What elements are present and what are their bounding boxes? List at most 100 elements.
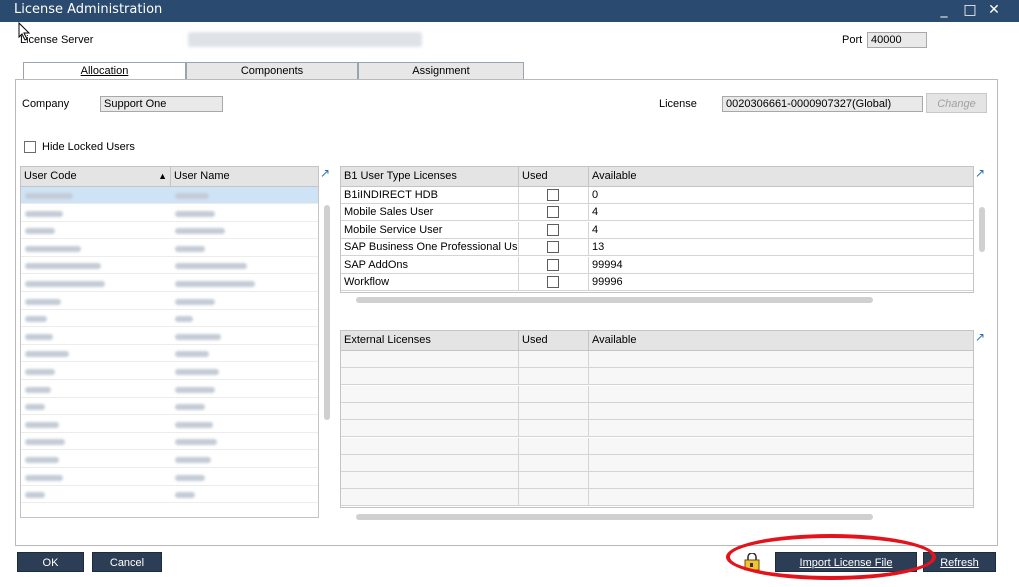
user-name-redacted [175,228,225,235]
hide-locked-users-checkbox[interactable] [24,141,36,153]
table-row[interactable] [21,222,318,240]
change-button[interactable]: Change [926,93,987,113]
table-row[interactable] [341,385,973,403]
table-row[interactable] [341,351,973,368]
external-horizontal-scrollbar[interactable] [356,514,873,520]
table-row[interactable] [341,420,973,438]
external-license-cell [341,402,519,420]
table-row[interactable] [21,187,318,204]
column-header-used[interactable]: Used [519,167,589,187]
used-checkbox[interactable] [547,223,559,236]
external-license-cell [341,489,519,507]
ok-button[interactable]: OK [17,552,84,572]
column-header-label: Available [592,334,637,346]
table-row[interactable] [21,328,318,345]
port-field[interactable]: 40000 [867,32,927,48]
column-header-user-code[interactable]: User Code ▲ [21,167,171,187]
tab-components[interactable]: Components [186,62,358,80]
table-row[interactable] [21,363,318,380]
column-header-external-licenses[interactable]: External Licenses [341,331,519,351]
expand-table-icon[interactable]: ↗ [974,167,986,179]
used-checkbox[interactable] [547,276,559,288]
table-row[interactable]: Mobile Service User 4 [341,221,973,239]
table-row[interactable] [341,472,973,490]
table-row[interactable] [21,345,318,363]
sort-ascending-icon: ▲ [158,171,167,181]
user-code-redacted [25,316,47,323]
tab-label: Allocation [80,65,129,77]
table-row[interactable]: SAP Business One Professional User 13 [341,239,973,257]
table-row[interactable] [21,433,318,451]
used-checkbox[interactable] [547,241,559,254]
table-row[interactable] [21,275,318,292]
license-type-cell: B1iINDIRECT HDB [341,187,519,204]
table-row[interactable] [341,368,973,386]
expand-table-icon[interactable]: ↗ [319,167,331,179]
minimize-icon[interactable]: _ [932,0,956,22]
column-header-available[interactable]: Available [589,331,973,351]
table-row[interactable] [21,398,318,416]
available-cell [589,489,973,507]
user-code-redacted [25,386,51,393]
column-header-available[interactable]: Available [589,167,973,187]
tab-assignment[interactable]: Assignment [358,62,524,80]
user-code-redacted [25,457,59,463]
table-row[interactable]: SAP AddOns 99994 [341,256,973,274]
external-license-cell [341,420,519,438]
available-cell [589,385,973,403]
table-row[interactable]: Mobile Sales User 4 [341,204,973,222]
table-row[interactable] [21,310,318,328]
user-code-redacted [25,351,69,358]
available-cell: 99994 [589,257,973,274]
table-row[interactable] [21,416,318,433]
user-name-redacted [175,333,221,340]
table-row[interactable] [21,240,318,257]
user-code-redacted [25,193,73,199]
user-name-redacted [175,404,205,411]
used-checkbox[interactable] [547,189,559,201]
available-cell [589,351,973,368]
table-row[interactable] [341,437,973,455]
table-row[interactable] [21,451,318,468]
b1-vertical-scrollbar[interactable] [979,207,985,252]
used-cell [519,204,589,222]
license-server-field[interactable] [188,32,422,47]
user-name-redacted [175,492,195,499]
close-icon[interactable]: ✕ [982,0,1006,22]
maximize-icon[interactable]: □ [958,0,982,22]
expand-table-icon[interactable]: ↗ [974,331,986,343]
column-header-user-name[interactable]: User Name [171,167,318,187]
column-header-b1-user-type[interactable]: B1 User Type Licenses [341,167,519,187]
used-checkbox[interactable] [547,206,559,219]
table-row[interactable] [21,293,318,310]
table-row[interactable] [341,489,973,507]
table-row[interactable] [341,402,973,420]
cancel-button[interactable]: Cancel [92,552,162,572]
available-cell: 99996 [589,274,973,291]
user-name-redacted [175,369,219,375]
column-header-label: User Name [174,170,230,182]
table-row[interactable]: B1iINDIRECT HDB 0 [341,187,973,204]
table-row[interactable] [341,454,973,472]
available-cell [589,454,973,472]
company-field[interactable]: Support One [100,96,223,112]
available-cell [589,402,973,420]
column-header-used[interactable]: Used [519,331,589,351]
users-vertical-scrollbar[interactable] [324,205,330,420]
table-row[interactable] [21,486,318,504]
table-row[interactable] [21,257,318,275]
available-cell: 0 [589,187,973,204]
table-row[interactable] [21,381,318,398]
window-title: License Administration [14,2,163,17]
table-row[interactable] [21,205,318,222]
available-cell: 13 [589,239,973,257]
license-field[interactable]: 0020306661-0000907327(Global) [722,96,923,112]
user-code-redacted [25,228,55,235]
b1-horizontal-scrollbar[interactable] [356,297,873,303]
table-row[interactable] [21,469,318,486]
external-license-cell [341,385,519,403]
used-checkbox[interactable] [547,258,559,271]
used-cell [519,274,589,291]
available-cell [589,368,973,386]
table-row[interactable]: Workflow 99996 [341,274,973,291]
